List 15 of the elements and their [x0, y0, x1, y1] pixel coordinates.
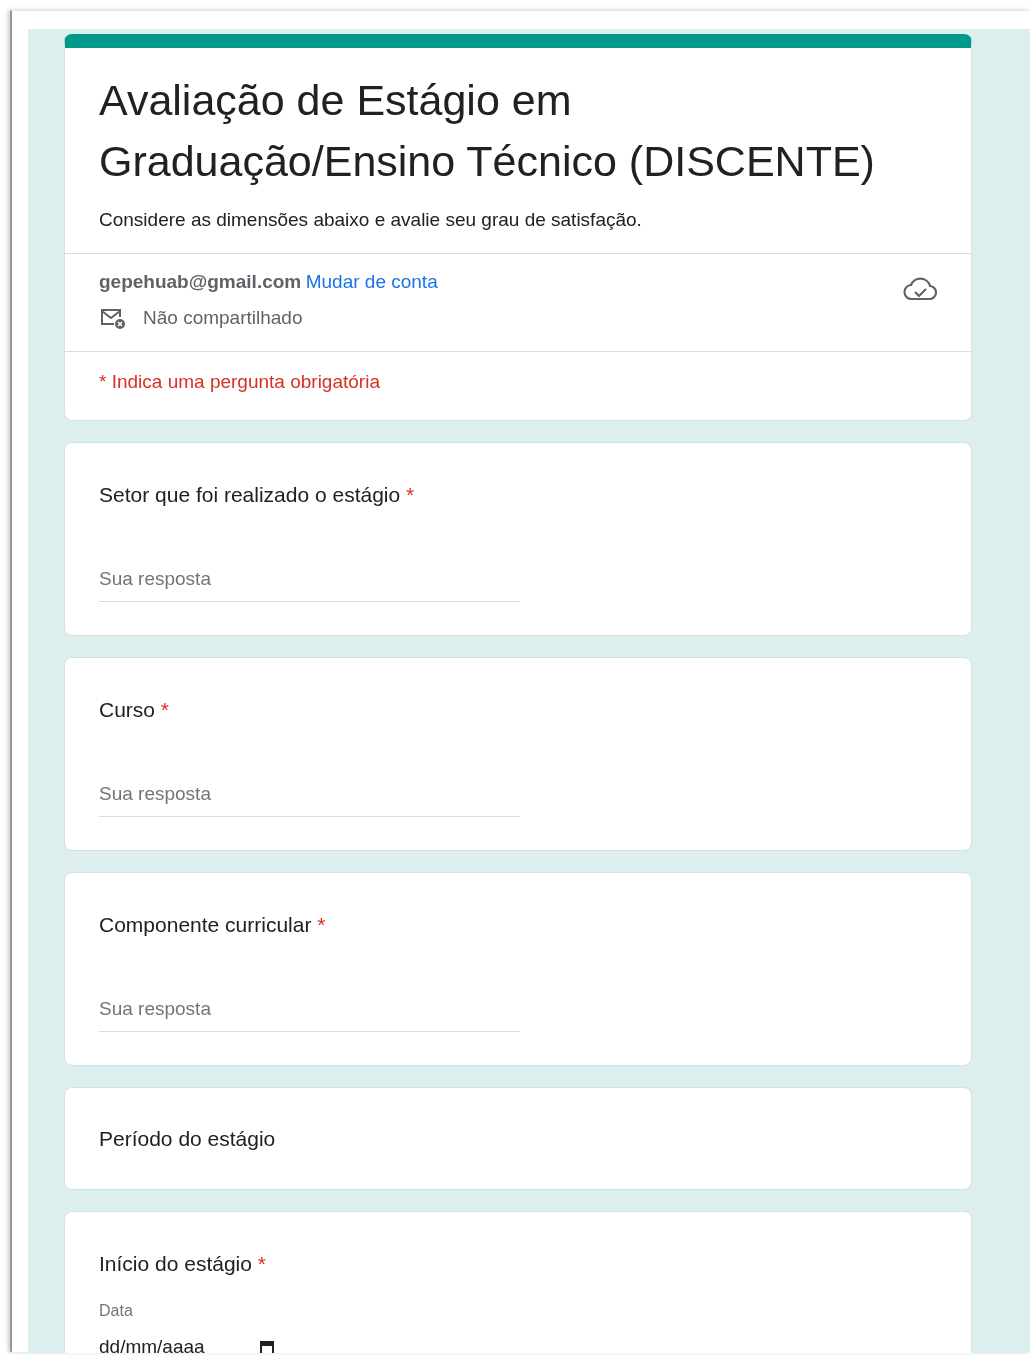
- form-description: Considere as dimensões abaixo e avalie seu grau de satisfação.: [98, 208, 643, 232]
- switch-account-link[interactable]: Mudar de conta: [305, 270, 438, 292]
- form-title: Avaliação de Estágio em Graduação/Ensino Técnico (DISCENTE): [98, 75, 876, 187]
- question-label: Componente curricular *: [99, 912, 327, 938]
- sharing-status: Não compartilhado: [143, 306, 303, 330]
- mail-off-icon: [99, 306, 127, 331]
- question-label: Curso *: [99, 697, 171, 723]
- date-sublabel: Data: [99, 1301, 134, 1321]
- required-note: * Indica uma pergunta obrigatória: [98, 369, 381, 394]
- question-label: Início do estágio *: [99, 1250, 267, 1277]
- cloud-saved-icon: [903, 275, 937, 302]
- section-title: Período do estágio: [99, 1126, 277, 1152]
- calendar-icon[interactable]: [259, 1339, 275, 1353]
- account-email: gepehuab@gmail.com: [99, 270, 302, 292]
- question-label: Setor que foi realizado o estágio *: [99, 482, 416, 508]
